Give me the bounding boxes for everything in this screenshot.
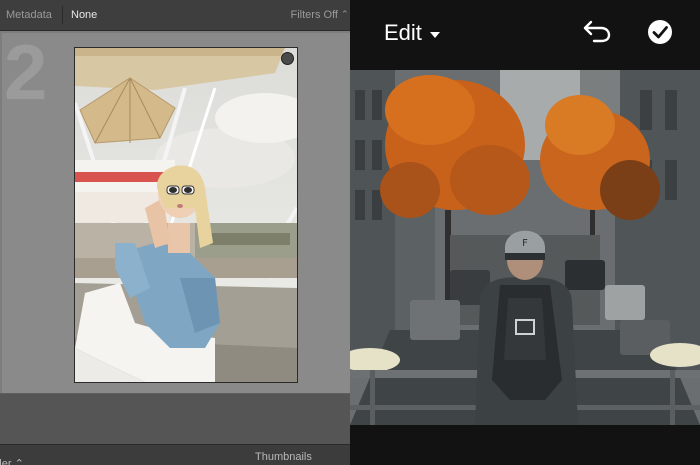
filter-lock-icon[interactable]: ⌃ (341, 9, 349, 19)
photo-badge-icon[interactable] (281, 52, 294, 65)
library-toolbar: rder ⌃ Thumbnails (0, 444, 350, 465)
street-photo-canvas[interactable]: F (350, 70, 700, 425)
edit-title: Edit (384, 20, 422, 45)
filmstrip-area (0, 394, 350, 444)
grid-cell-index: 2 (4, 28, 47, 116)
thumbnails-size-label: Thumbnails (255, 451, 312, 463)
filters-off-dropdown[interactable]: Filters Off (291, 9, 338, 21)
none-filter-tab[interactable]: None (71, 9, 97, 21)
ferris-wheel-photo-thumbnail[interactable] (74, 47, 298, 383)
edit-menu-dropdown[interactable]: Edit (384, 20, 440, 46)
check-circle-icon[interactable] (647, 19, 673, 45)
undo-icon[interactable] (582, 18, 612, 44)
filter-divider (62, 6, 63, 24)
caret-down-icon (429, 31, 440, 38)
thumbnail-grid: 2 (0, 31, 350, 393)
grid-cell[interactable]: 2 (2, 33, 350, 393)
svg-text:F: F (522, 238, 528, 249)
edit-header: Edit (350, 0, 700, 68)
sort-order-dropdown[interactable]: rder ⌃ (0, 457, 24, 465)
edit-footer (350, 425, 700, 465)
mobile-edit-screen: Edit F (350, 0, 700, 465)
library-filter-bar: Metadata None Filters Off ⌃ (0, 0, 350, 31)
lightroom-library-panel: Metadata None Filters Off ⌃ 2 er ⌃ Thumb… (0, 0, 350, 465)
metadata-filter-tab[interactable]: Metadata (6, 9, 52, 21)
